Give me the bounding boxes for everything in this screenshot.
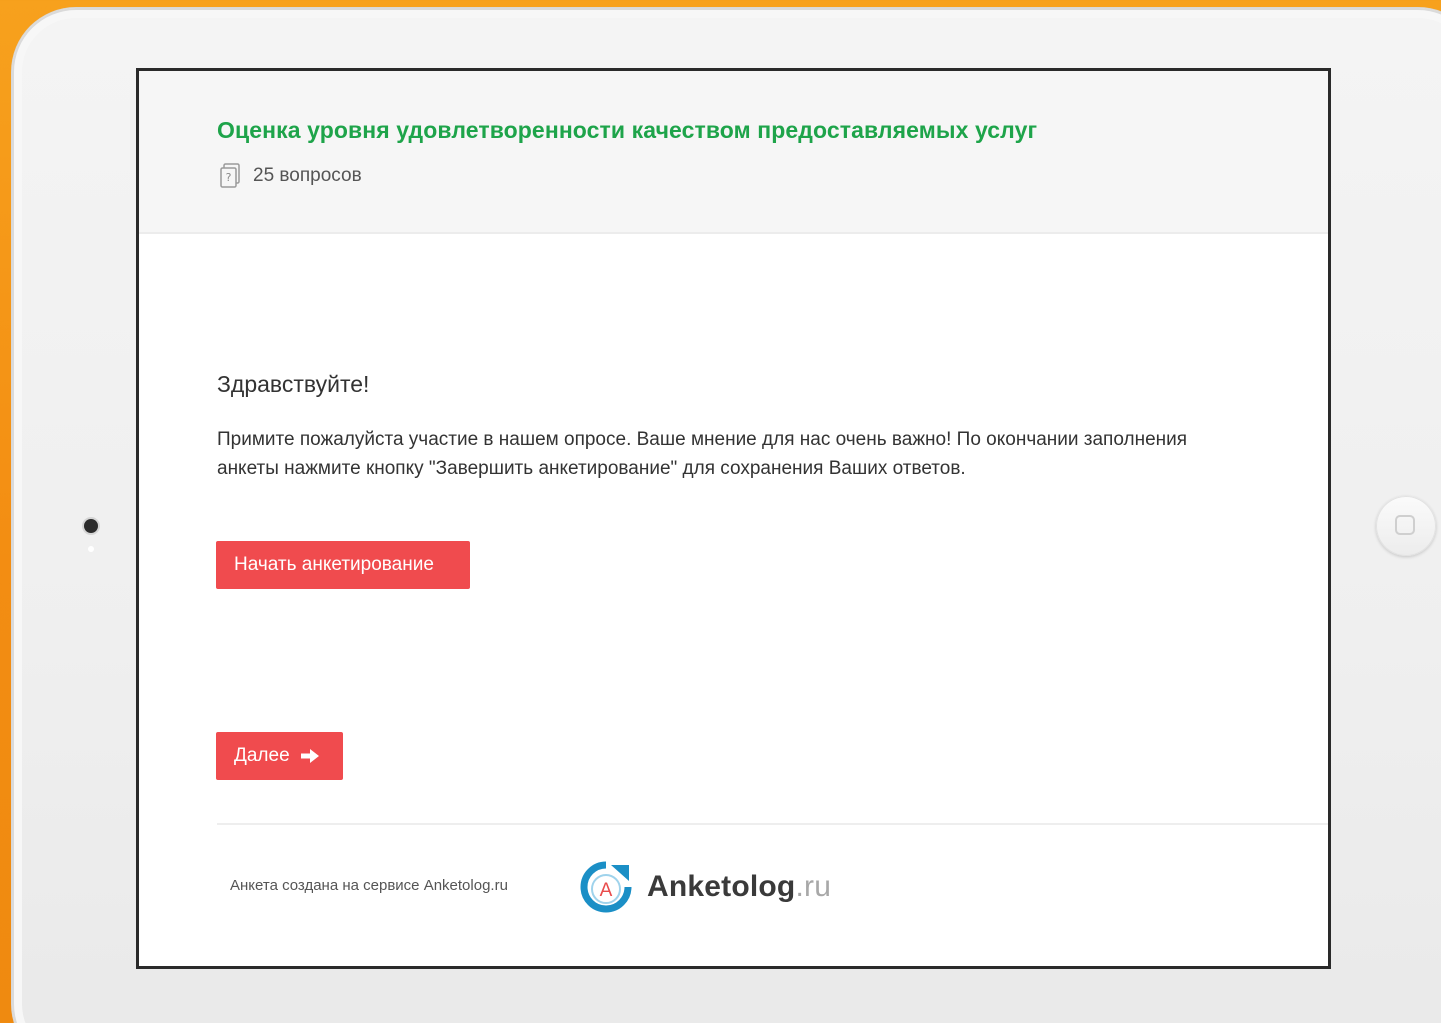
sensor-dot bbox=[88, 546, 94, 552]
question-count-label: 25 вопросов bbox=[253, 165, 362, 186]
intro-text: Примите пожалуйста участие в нашем опрос… bbox=[217, 429, 1188, 479]
svg-text:?: ? bbox=[226, 171, 232, 184]
brand-tld: .ru bbox=[795, 870, 832, 903]
arrow-right-icon bbox=[300, 749, 319, 763]
survey-screen: Оценка уровня удовлетворенности качество… bbox=[136, 68, 1331, 969]
survey-title: Оценка уровня удовлетворенности качество… bbox=[217, 117, 1038, 143]
next-button[interactable]: Далее bbox=[216, 732, 343, 780]
anketolog-brand[interactable]: A Anketolog.ru bbox=[577, 859, 831, 915]
home-square-icon bbox=[1395, 515, 1415, 535]
footer-created-text: Анкета создана на сервисе Anketolog.ru bbox=[230, 877, 508, 894]
start-survey-button[interactable]: Начать анкетирование bbox=[216, 541, 470, 589]
next-label: Далее bbox=[234, 745, 290, 766]
survey-header: Оценка уровня удовлетворенности качество… bbox=[139, 71, 1328, 234]
footer-divider bbox=[217, 823, 1328, 825]
start-survey-label: Начать анкетирование bbox=[234, 554, 434, 575]
question-count: ? 25 вопросов bbox=[219, 163, 362, 189]
brand-name: Anketolog.ru bbox=[647, 870, 831, 904]
anketolog-logo-icon: A bbox=[580, 861, 632, 913]
camera-icon bbox=[84, 519, 98, 533]
greeting-heading: Здравствуйте! bbox=[217, 371, 370, 397]
home-button[interactable] bbox=[1376, 496, 1436, 556]
brand-name-main: Anketolog bbox=[647, 870, 796, 903]
document-question-icon: ? bbox=[220, 163, 240, 188]
logo-letter: A bbox=[600, 880, 613, 901]
